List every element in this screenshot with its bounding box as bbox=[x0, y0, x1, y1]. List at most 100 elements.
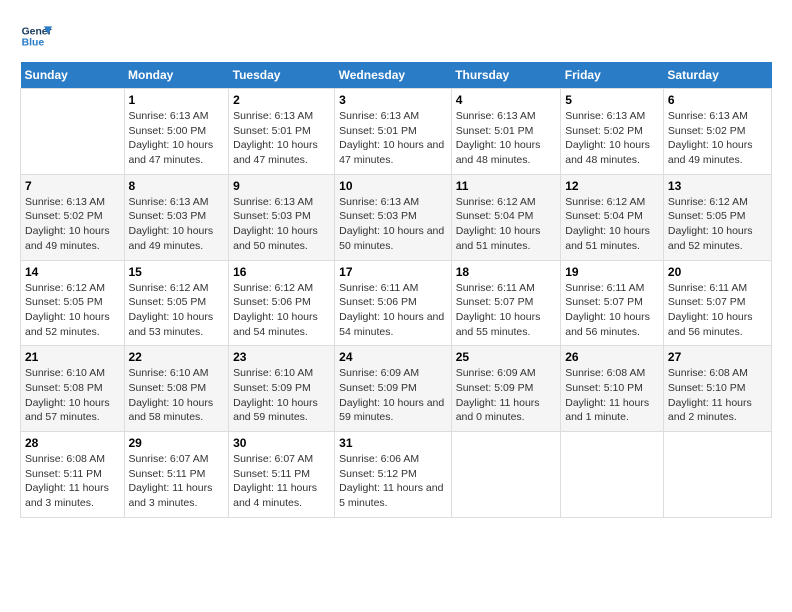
sunset-label: Sunset: 5:07 PM bbox=[456, 296, 534, 308]
sunset-label: Sunset: 5:12 PM bbox=[339, 468, 417, 480]
day-number: 16 bbox=[233, 265, 330, 279]
daylight-label: Daylight: 10 hours and 52 minutes. bbox=[668, 225, 753, 252]
sunset-label: Sunset: 5:06 PM bbox=[339, 296, 417, 308]
daylight-label: Daylight: 11 hours and 1 minute. bbox=[565, 397, 649, 424]
daylight-label: Daylight: 10 hours and 50 minutes. bbox=[233, 225, 318, 252]
calendar-week-row: 28 Sunrise: 6:08 AM Sunset: 5:11 PM Dayl… bbox=[21, 432, 772, 518]
daylight-label: Daylight: 10 hours and 54 minutes. bbox=[339, 311, 444, 338]
daylight-label: Daylight: 10 hours and 59 minutes. bbox=[233, 397, 318, 424]
day-number: 24 bbox=[339, 350, 447, 364]
weekday-header-row: SundayMondayTuesdayWednesdayThursdayFrid… bbox=[21, 62, 772, 89]
day-info: Sunrise: 6:13 AM Sunset: 5:03 PM Dayligh… bbox=[233, 195, 330, 254]
sunset-label: Sunset: 5:10 PM bbox=[565, 382, 643, 394]
day-info: Sunrise: 6:08 AM Sunset: 5:10 PM Dayligh… bbox=[565, 366, 659, 425]
calendar-cell: 30 Sunrise: 6:07 AM Sunset: 5:11 PM Dayl… bbox=[229, 432, 335, 518]
calendar-cell: 18 Sunrise: 6:11 AM Sunset: 5:07 PM Dayl… bbox=[451, 260, 561, 346]
calendar-week-row: 14 Sunrise: 6:12 AM Sunset: 5:05 PM Dayl… bbox=[21, 260, 772, 346]
day-number: 1 bbox=[129, 93, 225, 107]
sunset-label: Sunset: 5:03 PM bbox=[339, 210, 417, 222]
daylight-label: Daylight: 10 hours and 59 minutes. bbox=[339, 397, 444, 424]
sunrise-label: Sunrise: 6:07 AM bbox=[129, 453, 209, 465]
day-info: Sunrise: 6:13 AM Sunset: 5:01 PM Dayligh… bbox=[456, 109, 557, 168]
day-number: 8 bbox=[129, 179, 225, 193]
calendar-cell bbox=[663, 432, 771, 518]
calendar-cell: 5 Sunrise: 6:13 AM Sunset: 5:02 PM Dayli… bbox=[561, 89, 664, 175]
sunset-label: Sunset: 5:07 PM bbox=[565, 296, 643, 308]
day-number: 6 bbox=[668, 93, 767, 107]
daylight-label: Daylight: 10 hours and 49 minutes. bbox=[25, 225, 110, 252]
daylight-label: Daylight: 10 hours and 50 minutes. bbox=[339, 225, 444, 252]
sunset-label: Sunset: 5:10 PM bbox=[668, 382, 746, 394]
day-info: Sunrise: 6:11 AM Sunset: 5:07 PM Dayligh… bbox=[456, 281, 557, 340]
sunrise-label: Sunrise: 6:13 AM bbox=[25, 196, 105, 208]
daylight-label: Daylight: 10 hours and 47 minutes. bbox=[233, 139, 318, 166]
sunset-label: Sunset: 5:04 PM bbox=[565, 210, 643, 222]
sunrise-label: Sunrise: 6:09 AM bbox=[339, 367, 419, 379]
day-info: Sunrise: 6:12 AM Sunset: 5:05 PM Dayligh… bbox=[25, 281, 120, 340]
day-number: 15 bbox=[129, 265, 225, 279]
day-number: 3 bbox=[339, 93, 447, 107]
day-info: Sunrise: 6:12 AM Sunset: 5:05 PM Dayligh… bbox=[668, 195, 767, 254]
calendar-cell: 20 Sunrise: 6:11 AM Sunset: 5:07 PM Dayl… bbox=[663, 260, 771, 346]
daylight-label: Daylight: 10 hours and 48 minutes. bbox=[565, 139, 650, 166]
calendar-cell: 28 Sunrise: 6:08 AM Sunset: 5:11 PM Dayl… bbox=[21, 432, 125, 518]
sunset-label: Sunset: 5:02 PM bbox=[565, 125, 643, 137]
day-info: Sunrise: 6:10 AM Sunset: 5:09 PM Dayligh… bbox=[233, 366, 330, 425]
calendar-cell: 9 Sunrise: 6:13 AM Sunset: 5:03 PM Dayli… bbox=[229, 174, 335, 260]
weekday-header: Thursday bbox=[451, 62, 561, 89]
sunrise-label: Sunrise: 6:09 AM bbox=[456, 367, 536, 379]
calendar-cell: 6 Sunrise: 6:13 AM Sunset: 5:02 PM Dayli… bbox=[663, 89, 771, 175]
calendar-cell: 12 Sunrise: 6:12 AM Sunset: 5:04 PM Dayl… bbox=[561, 174, 664, 260]
day-number: 9 bbox=[233, 179, 330, 193]
sunset-label: Sunset: 5:08 PM bbox=[129, 382, 207, 394]
day-number: 27 bbox=[668, 350, 767, 364]
calendar-cell: 1 Sunrise: 6:13 AM Sunset: 5:00 PM Dayli… bbox=[124, 89, 229, 175]
sunset-label: Sunset: 5:02 PM bbox=[668, 125, 746, 137]
calendar-week-row: 1 Sunrise: 6:13 AM Sunset: 5:00 PM Dayli… bbox=[21, 89, 772, 175]
daylight-label: Daylight: 10 hours and 57 minutes. bbox=[25, 397, 110, 424]
daylight-label: Daylight: 10 hours and 47 minutes. bbox=[129, 139, 214, 166]
sunrise-label: Sunrise: 6:13 AM bbox=[233, 196, 313, 208]
day-info: Sunrise: 6:07 AM Sunset: 5:11 PM Dayligh… bbox=[233, 452, 330, 511]
calendar-cell bbox=[21, 89, 125, 175]
calendar-cell: 17 Sunrise: 6:11 AM Sunset: 5:06 PM Dayl… bbox=[335, 260, 452, 346]
day-info: Sunrise: 6:13 AM Sunset: 5:01 PM Dayligh… bbox=[339, 109, 447, 168]
calendar-cell bbox=[451, 432, 561, 518]
sunrise-label: Sunrise: 6:13 AM bbox=[129, 196, 209, 208]
sunrise-label: Sunrise: 6:13 AM bbox=[339, 196, 419, 208]
logo: General Blue bbox=[20, 20, 52, 52]
day-number: 29 bbox=[129, 436, 225, 450]
day-info: Sunrise: 6:11 AM Sunset: 5:06 PM Dayligh… bbox=[339, 281, 447, 340]
day-number: 31 bbox=[339, 436, 447, 450]
calendar-cell: 19 Sunrise: 6:11 AM Sunset: 5:07 PM Dayl… bbox=[561, 260, 664, 346]
daylight-label: Daylight: 10 hours and 51 minutes. bbox=[456, 225, 541, 252]
sunrise-label: Sunrise: 6:12 AM bbox=[565, 196, 645, 208]
sunset-label: Sunset: 5:03 PM bbox=[129, 210, 207, 222]
calendar-cell: 22 Sunrise: 6:10 AM Sunset: 5:08 PM Dayl… bbox=[124, 346, 229, 432]
calendar-cell: 15 Sunrise: 6:12 AM Sunset: 5:05 PM Dayl… bbox=[124, 260, 229, 346]
weekday-header: Sunday bbox=[21, 62, 125, 89]
daylight-label: Daylight: 10 hours and 53 minutes. bbox=[129, 311, 214, 338]
logo-icon: General Blue bbox=[20, 20, 52, 52]
sunrise-label: Sunrise: 6:11 AM bbox=[339, 282, 418, 294]
day-info: Sunrise: 6:09 AM Sunset: 5:09 PM Dayligh… bbox=[339, 366, 447, 425]
sunset-label: Sunset: 5:06 PM bbox=[233, 296, 311, 308]
sunrise-label: Sunrise: 6:07 AM bbox=[233, 453, 313, 465]
day-info: Sunrise: 6:06 AM Sunset: 5:12 PM Dayligh… bbox=[339, 452, 447, 511]
calendar-cell: 4 Sunrise: 6:13 AM Sunset: 5:01 PM Dayli… bbox=[451, 89, 561, 175]
day-info: Sunrise: 6:13 AM Sunset: 5:00 PM Dayligh… bbox=[129, 109, 225, 168]
calendar-cell bbox=[561, 432, 664, 518]
sunset-label: Sunset: 5:09 PM bbox=[456, 382, 534, 394]
calendar-cell: 31 Sunrise: 6:06 AM Sunset: 5:12 PM Dayl… bbox=[335, 432, 452, 518]
weekday-header: Monday bbox=[124, 62, 229, 89]
day-number: 22 bbox=[129, 350, 225, 364]
svg-text:Blue: Blue bbox=[22, 38, 45, 49]
day-number: 19 bbox=[565, 265, 659, 279]
sunrise-label: Sunrise: 6:12 AM bbox=[233, 282, 313, 294]
sunset-label: Sunset: 5:11 PM bbox=[25, 468, 102, 480]
sunset-label: Sunset: 5:05 PM bbox=[129, 296, 207, 308]
daylight-label: Daylight: 11 hours and 2 minutes. bbox=[668, 397, 752, 424]
day-number: 13 bbox=[668, 179, 767, 193]
day-info: Sunrise: 6:09 AM Sunset: 5:09 PM Dayligh… bbox=[456, 366, 557, 425]
sunrise-label: Sunrise: 6:10 AM bbox=[25, 367, 105, 379]
